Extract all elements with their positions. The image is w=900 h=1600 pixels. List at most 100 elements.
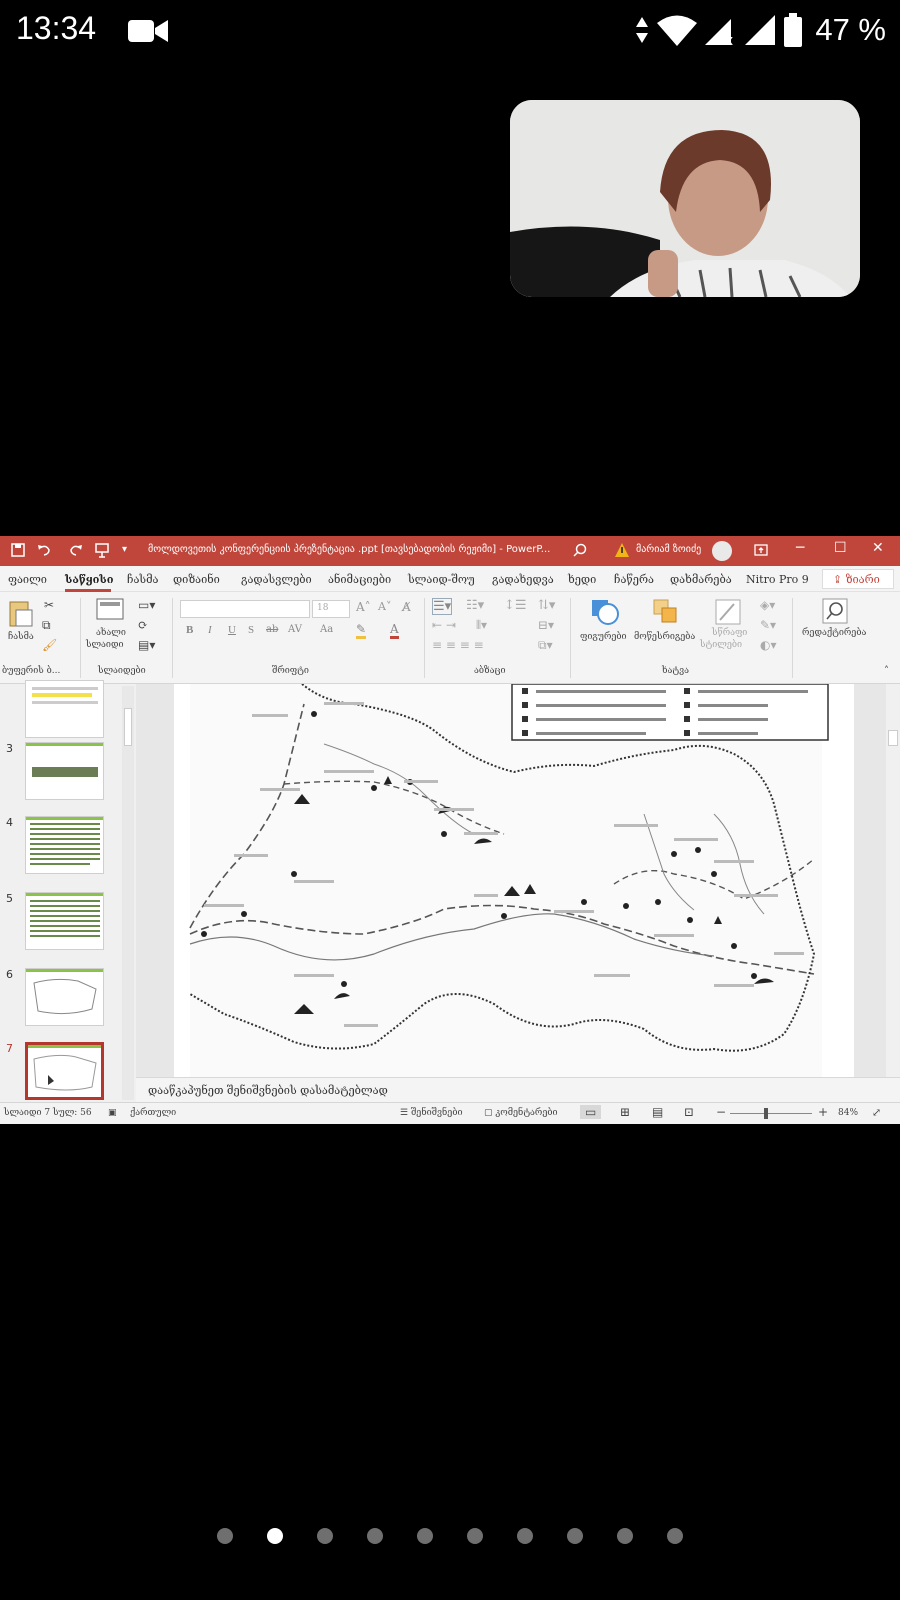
thumbnail-scrollbar[interactable]	[122, 686, 134, 1100]
zoom-in-icon[interactable]: +	[818, 1105, 828, 1119]
font-size-combo[interactable]: 18	[312, 600, 350, 618]
numbering-icon[interactable]: ☷▾	[466, 598, 484, 613]
font-family-combo[interactable]	[180, 600, 310, 618]
participant-video[interactable]	[510, 100, 860, 297]
italic-button[interactable]: I	[208, 624, 212, 636]
underline-button[interactable]: U	[228, 624, 236, 636]
line-spacing-icon[interactable]: ↕☰	[504, 598, 527, 613]
maximize-icon[interactable]: ☐	[834, 540, 847, 556]
scroll-thumb[interactable]	[888, 730, 898, 746]
page-dot[interactable]	[517, 1528, 533, 1544]
page-dot-active[interactable]	[267, 1528, 283, 1544]
share-button[interactable]: ⇪ ზიარი	[822, 569, 894, 589]
strikethrough-button[interactable]: ab	[266, 624, 278, 635]
current-slide[interactable]	[174, 684, 854, 1077]
scroll-thumb[interactable]	[124, 708, 132, 746]
shrink-font-icon[interactable]: A˅	[378, 600, 391, 613]
notes-toggle[interactable]: ☰ შენიშვნები	[400, 1108, 463, 1118]
language-label[interactable]: ქართული	[130, 1108, 176, 1118]
shape-outline-icon[interactable]: ✎▾	[760, 618, 776, 632]
zoom-slider[interactable]	[730, 1113, 812, 1114]
page-dot[interactable]	[367, 1528, 383, 1544]
quick-styles-icon[interactable]	[714, 598, 742, 626]
layout-icon[interactable]: ▭▾	[138, 598, 155, 612]
arrange-icon[interactable]	[652, 598, 680, 626]
columns-icon[interactable]: ⫴▾	[476, 618, 487, 633]
slide-sorter-icon[interactable]: ⊞	[620, 1105, 630, 1119]
align-text-icon[interactable]: ⊟▾	[538, 618, 554, 632]
copy-icon[interactable]: ⧉	[42, 618, 51, 633]
spellcheck-icon[interactable]: ▣	[108, 1108, 117, 1118]
slide-scrollbar[interactable]	[886, 684, 900, 1077]
page-dot[interactable]	[567, 1528, 583, 1544]
close-icon[interactable]: ✕	[872, 540, 884, 556]
zoom-out-icon[interactable]: −	[716, 1105, 726, 1119]
tab-transitions[interactable]: გადასვლები	[241, 573, 312, 586]
slide-thumbnail[interactable]	[25, 680, 104, 738]
bullets-icon[interactable]: ☰▾	[432, 598, 453, 615]
user-avatar[interactable]	[712, 541, 732, 561]
zoom-slider-thumb[interactable]	[764, 1108, 768, 1119]
normal-view-icon[interactable]: ▭	[580, 1105, 602, 1119]
collapse-ribbon-icon[interactable]: ˄	[884, 666, 889, 677]
fit-slide-icon[interactable]: ⤢	[872, 1106, 881, 1119]
page-dot[interactable]	[617, 1528, 633, 1544]
tab-help[interactable]: დახმარება	[670, 573, 732, 586]
slide-thumbnail[interactable]	[25, 742, 104, 800]
editing-label[interactable]: რედაქტირება	[802, 628, 866, 638]
text-direction-icon[interactable]: ⇅▾	[538, 598, 555, 613]
minimize-icon[interactable]: ─	[796, 540, 804, 556]
tab-animations[interactable]: ანიმაციები	[328, 573, 391, 586]
page-dot[interactable]	[467, 1528, 483, 1544]
grow-font-icon[interactable]: A˄	[356, 600, 371, 614]
tab-record[interactable]: ჩაწერა	[614, 573, 654, 586]
reading-view-icon[interactable]: ▤	[652, 1105, 663, 1119]
bold-button[interactable]: B	[186, 624, 193, 636]
qat-more-icon[interactable]: ▾	[122, 544, 127, 555]
zoom-level[interactable]: 84%	[838, 1108, 858, 1118]
tab-insert[interactable]: ჩასმა	[127, 573, 158, 586]
shadow-button[interactable]: S	[248, 624, 254, 636]
section-icon[interactable]: ▤▾	[138, 638, 155, 652]
align-buttons[interactable]: ≡ ≡ ≡ ≡	[432, 638, 484, 652]
smartart-icon[interactable]: ⧉▾	[538, 638, 553, 653]
undo-icon[interactable]	[36, 542, 52, 558]
change-case-button[interactable]: Aa	[320, 624, 333, 635]
cut-icon[interactable]: ✂	[44, 598, 54, 612]
font-color-icon[interactable]: A	[390, 622, 399, 639]
notes-pane[interactable]: დააწკაპუნეთ შენიშვნების დასამატებლად	[136, 1077, 900, 1102]
paste-icon[interactable]	[8, 598, 34, 628]
page-dot[interactable]	[317, 1528, 333, 1544]
highlight-icon[interactable]: ✎	[356, 622, 367, 639]
comments-toggle[interactable]: ▢ კომენტარები	[484, 1108, 558, 1118]
find-icon[interactable]	[822, 598, 848, 624]
slide-thumbnail[interactable]	[25, 892, 104, 950]
tab-nitro[interactable]: Nitro Pro 9	[746, 573, 809, 586]
search-icon[interactable]	[572, 542, 588, 558]
tab-review[interactable]: გადახედვა	[492, 573, 554, 586]
save-icon[interactable]	[10, 542, 26, 558]
tab-file[interactable]: ფაილი	[8, 573, 47, 586]
page-dot[interactable]	[417, 1528, 433, 1544]
spacing-button[interactable]: AV	[288, 624, 302, 635]
page-dot[interactable]	[217, 1528, 233, 1544]
page-dot[interactable]	[667, 1528, 683, 1544]
slide-thumbnail[interactable]	[25, 816, 104, 874]
ribbon-display-icon[interactable]	[753, 542, 769, 558]
shape-fill-icon[interactable]: ◈▾	[760, 598, 775, 612]
shapes-icon[interactable]	[590, 598, 620, 626]
slide-thumbnail-selected[interactable]	[25, 1042, 104, 1100]
presenter-icon[interactable]	[94, 542, 110, 558]
clear-format-icon[interactable]: A̸	[402, 600, 411, 614]
format-painter-icon[interactable]: 🖌	[42, 638, 57, 652]
tab-design[interactable]: დიზაინი	[173, 573, 220, 586]
shape-effects-icon[interactable]: ◐▾	[760, 638, 777, 652]
tab-slideshow[interactable]: სლაიდ-შოუ	[408, 573, 475, 586]
slide-thumbnail[interactable]	[25, 968, 104, 1026]
indent-icons[interactable]: ⇤ ⇥	[432, 618, 456, 632]
tab-view[interactable]: ხედი	[568, 573, 596, 586]
reset-icon[interactable]: ⟳	[138, 618, 148, 632]
redo-icon[interactable]	[68, 542, 84, 558]
slideshow-icon[interactable]: ⊡	[684, 1105, 694, 1119]
new-slide-icon[interactable]	[96, 598, 124, 624]
